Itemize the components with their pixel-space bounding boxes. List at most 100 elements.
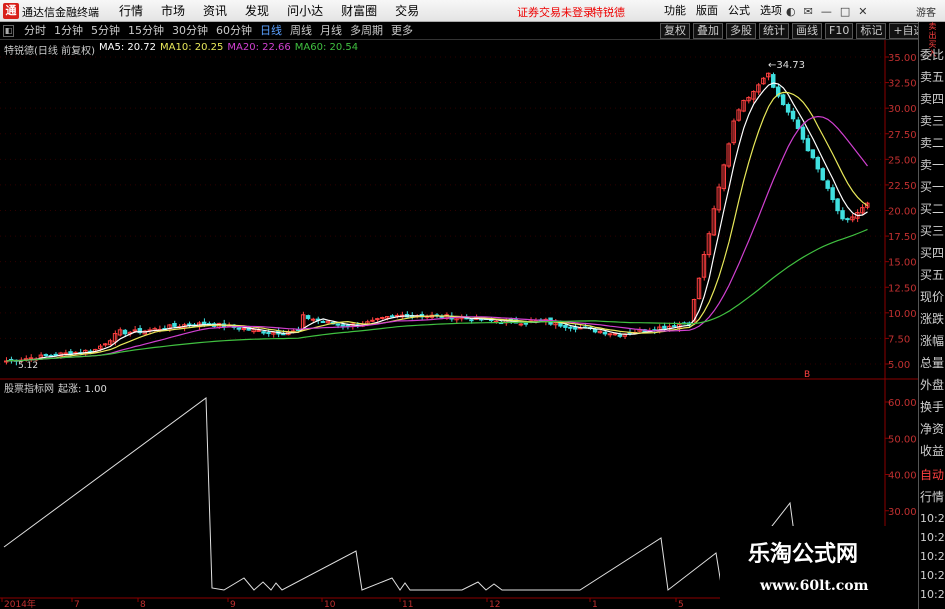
x-tick-label: 9: [230, 600, 236, 609]
candle-body: [370, 319, 375, 322]
trading-terminal-window: 通 通达信金融终端 行情 市场 资讯 发现 问小达 财富圈 交易 证券交易未登录…: [0, 0, 945, 609]
sidebar-item-ask2: 卖二: [920, 136, 945, 150]
sidebar-item-bid1: 买一: [920, 180, 945, 194]
ma60-label: MA60: 20.54: [294, 42, 359, 53]
candle-body: [305, 315, 311, 319]
candle-body: [830, 187, 835, 201]
candle-body: [672, 325, 677, 328]
ma10-line: [6, 91, 868, 362]
candle-body: [375, 318, 380, 321]
sidebar-item-outer: 外盘: [920, 378, 945, 392]
candle-body: [568, 326, 573, 329]
sidebar-item-ticks[interactable]: 行情: [920, 486, 945, 508]
y-tick-label: 32.50: [888, 79, 917, 90]
sidebar-item-price: 现价: [920, 290, 945, 304]
ma60-line: [6, 228, 868, 362]
candle-body: [795, 119, 801, 130]
ma5-label: MA5: 20.72: [98, 42, 156, 53]
x-tick-label: 11: [402, 600, 413, 609]
candle-body: [820, 168, 825, 181]
x-tick-label: 7: [74, 600, 80, 609]
sidebar-item-bid3: 买三: [920, 224, 945, 238]
sidebar-item-auto[interactable]: 自动: [920, 464, 945, 486]
sidebar-item-turnover: 换手: [920, 400, 945, 414]
x-tick-label: 10: [324, 600, 336, 609]
sidebar-item-netasset: 净资: [920, 422, 945, 436]
high-price-label: ←34.73: [768, 60, 805, 71]
candle-body: [771, 74, 776, 88]
y-tick-label: 7.50: [888, 334, 910, 345]
tick-time: 10:26: [920, 588, 945, 601]
x-tick-label: 1: [592, 600, 598, 609]
low-price-label: 5.12: [18, 361, 38, 371]
candle-body: [662, 325, 667, 329]
candle-body: [607, 333, 613, 336]
y-tick-label: 30.00: [888, 104, 917, 115]
candle-body: [785, 104, 791, 113]
quote-sidebar: 卖出 买入 委比 卖五 卖四 卖三 卖二 卖一 买一 买二 买三 买四 买五 现…: [918, 22, 945, 609]
candle-body: [805, 138, 811, 152]
indicator-title: 股票指标网: [4, 384, 54, 395]
candle-body: [281, 333, 286, 336]
sidebar-item-pct: 涨幅: [920, 334, 945, 348]
candle-body: [43, 354, 49, 357]
x-tick-label: 5: [678, 600, 684, 609]
sidebar-item-eps: 收益: [920, 444, 945, 458]
candle-body: [266, 332, 271, 335]
indicator-value: 起涨: 1.00: [58, 384, 107, 395]
candle-body: [261, 331, 266, 334]
kline-chart[interactable]: 35.0032.5030.0027.5025.0022.5020.0017.50…: [0, 0, 918, 609]
candle-body: [236, 327, 242, 330]
buy-marker: B: [804, 370, 810, 380]
indicator-line: [3, 397, 796, 592]
y-tick-label: 40.00: [888, 471, 917, 482]
x-tick-label: 2014年: [4, 598, 36, 609]
x-tick-label: 8: [140, 600, 146, 609]
main-chart-legend: 特锐德(日线 前复权) MA5: 20.72 MA10: 20.25 MA20:…: [4, 42, 358, 57]
y-tick-label: 20.00: [888, 207, 917, 218]
y-tick-label: 25.00: [888, 155, 917, 166]
candle-body: [573, 326, 578, 330]
candle-body: [592, 328, 598, 333]
sidebar-item-bid4: 买四: [920, 246, 945, 260]
y-tick-label: 60.00: [888, 398, 917, 409]
candle-body: [780, 94, 786, 106]
y-tick-label: 35.00: [888, 53, 917, 64]
candle-body: [617, 334, 623, 337]
candle-body: [810, 149, 816, 159]
watermark-title: 乐淘公式网: [748, 542, 859, 567]
y-tick-label: 10.00: [888, 309, 917, 320]
sidebar-item-change: 涨跌: [920, 312, 945, 326]
sidebar-item-ask4: 卖四: [920, 92, 945, 106]
y-tick-label: 15.00: [888, 258, 917, 269]
candle-body: [602, 331, 608, 335]
candle-body: [335, 323, 341, 326]
candle-body: [518, 323, 524, 326]
candle-body: [563, 324, 568, 328]
y-tick-label: 30.00: [888, 507, 917, 518]
candle-body: [187, 323, 192, 326]
candle-body: [122, 329, 128, 335]
candle-body: [241, 327, 246, 330]
y-tick-label: 27.50: [888, 130, 917, 141]
sidebar-item-ask5: 卖五: [920, 70, 945, 84]
guest-label[interactable]: 游客: [916, 4, 936, 19]
candle-body: [172, 323, 177, 327]
candle-body: [256, 329, 261, 332]
sidebar-item-ask3: 卖三: [920, 114, 945, 128]
sidebar-item-wb: 委比: [920, 48, 945, 62]
candlesticks: [4, 72, 870, 366]
sidebar-item-ask1: 卖一: [920, 158, 945, 172]
candle-body: [815, 156, 821, 170]
chart-title: 特锐德(日线 前复权): [4, 46, 95, 57]
candle-body: [835, 198, 840, 212]
sub-chart-legend: 股票指标网 起涨: 1.00: [4, 380, 107, 395]
candle-body: [523, 322, 529, 325]
ma10-label: MA10: 20.25: [160, 42, 224, 53]
y-tick-label: 22.50: [888, 181, 917, 192]
candle-body: [310, 318, 316, 321]
y-tick-label: 17.50: [888, 232, 917, 243]
sidebar-item-volume: 总量: [920, 356, 945, 370]
y-tick-label: 50.00: [888, 434, 917, 445]
candle-body: [469, 319, 474, 322]
